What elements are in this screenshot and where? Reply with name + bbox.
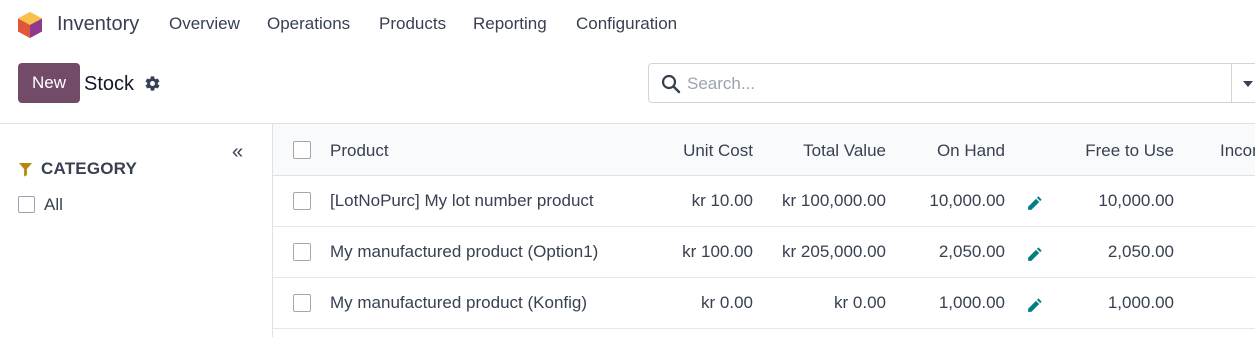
stock-list: Product Unit Cost Total Value On Hand Fr… — [273, 124, 1255, 337]
table-header: Product Unit Cost Total Value On Hand Fr… — [273, 124, 1255, 176]
row-checkbox[interactable] — [293, 243, 311, 261]
search-icon — [661, 74, 681, 94]
column-total-value[interactable]: Total Value — [756, 141, 886, 161]
free-to-use: 10,000.00 — [1098, 191, 1174, 210]
product-name: [LotNoPurc] My lot number product — [330, 191, 594, 210]
free-to-use: 2,050.00 — [1107, 242, 1174, 261]
nav-products[interactable]: Products — [379, 14, 446, 34]
new-button[interactable]: New — [18, 63, 80, 103]
caret-down-icon — [1243, 81, 1253, 87]
free-to-use: 1,000.00 — [1107, 293, 1174, 312]
unit-cost: kr 10.00 — [691, 191, 753, 210]
on-hand: 10,000.00 — [929, 191, 1005, 210]
nav-reporting[interactable]: Reporting — [473, 14, 547, 34]
on-hand: 1,000.00 — [938, 293, 1005, 312]
column-product[interactable]: Product — [330, 141, 389, 161]
column-unit-cost[interactable]: Unit Cost — [653, 141, 753, 161]
table-row[interactable]: My manufactured product (Konfig) kr 0.00… — [273, 278, 1255, 329]
row-checkbox[interactable] — [293, 192, 311, 210]
nav-overview[interactable]: Overview — [169, 14, 240, 34]
total-value: kr 0.00 — [834, 293, 886, 312]
product-name: My manufactured product (Option1) — [330, 242, 599, 261]
category-header: CATEGORY — [41, 159, 138, 178]
inventory-app-icon[interactable] — [16, 11, 44, 39]
product-name: My manufactured product (Konfig) — [330, 293, 588, 312]
control-panel: New Stock — [0, 50, 1255, 123]
column-free-to-use[interactable]: Free to Use — [1054, 141, 1174, 161]
pencil-icon[interactable] — [1026, 297, 1043, 314]
select-all-checkbox[interactable] — [293, 141, 311, 159]
top-navbar: Inventory Overview Operations Products R… — [0, 0, 1255, 50]
unit-cost: kr 0.00 — [701, 293, 753, 312]
gear-icon[interactable] — [144, 75, 161, 92]
pencil-icon[interactable] — [1026, 195, 1043, 212]
category-panel: « CATEGORY All — [0, 124, 272, 337]
nav-operations[interactable]: Operations — [267, 14, 350, 34]
category-all-checkbox[interactable] — [18, 196, 35, 213]
unit-cost: kr 100.00 — [682, 242, 753, 261]
table-row[interactable]: [LotNoPurc] My lot number product kr 10.… — [273, 176, 1255, 227]
double-chevron-left-icon[interactable]: « — [232, 142, 243, 162]
total-value: kr 100,000.00 — [782, 191, 886, 210]
on-hand: 2,050.00 — [938, 242, 1005, 261]
search-options-toggle[interactable] — [1231, 63, 1255, 103]
nav-configuration[interactable]: Configuration — [576, 14, 677, 34]
search-box — [648, 63, 1232, 103]
table-row[interactable]: My manufactured product (Option1) kr 100… — [273, 227, 1255, 278]
total-value: kr 205,000.00 — [782, 242, 886, 261]
filter-icon — [18, 162, 33, 177]
column-on-hand[interactable]: On Hand — [905, 141, 1005, 161]
app-name[interactable]: Inventory — [57, 13, 139, 36]
row-checkbox[interactable] — [293, 294, 311, 312]
search-input[interactable] — [687, 72, 1207, 96]
pencil-icon[interactable] — [1026, 246, 1043, 263]
column-incoming[interactable]: Incoming — [1220, 141, 1255, 161]
page-title: Stock — [84, 73, 135, 95]
category-item-all[interactable]: All — [44, 195, 63, 215]
